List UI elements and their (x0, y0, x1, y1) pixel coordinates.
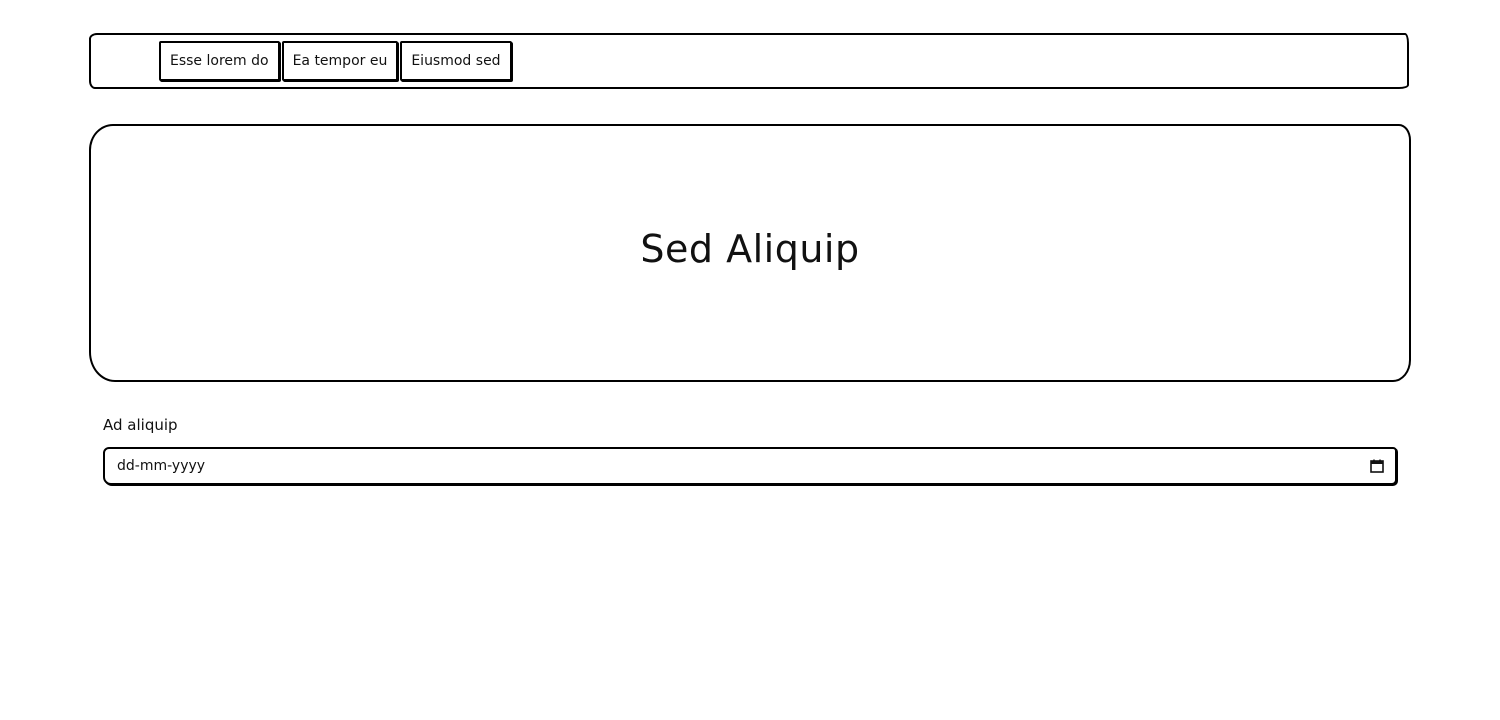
date-input-placeholder: dd-mm-yyyy (117, 458, 206, 474)
hero-card: Sed Aliquip (89, 124, 1411, 382)
date-field-label: Ad aliquip (103, 416, 178, 434)
nav-button-eiusmod-sed[interactable]: Eiusmod sed (400, 41, 512, 81)
calendar-icon[interactable] (1369, 458, 1385, 474)
nav-button-ea-tempor-eu[interactable]: Ea tempor eu (281, 41, 399, 81)
hero-title: Sed Aliquip (640, 227, 860, 271)
date-input[interactable]: dd-mm-yyyy (103, 447, 1397, 485)
top-nav-bar: Esse lorem do Ea tempor eu Eiusmod sed (89, 33, 1409, 89)
nav-button-esse-lorem-do[interactable]: Esse lorem do (159, 41, 280, 81)
page: Esse lorem do Ea tempor eu Eiusmod sed S… (0, 0, 1500, 720)
nav-button-group: Esse lorem do Ea tempor eu Eiusmod sed (159, 41, 512, 81)
